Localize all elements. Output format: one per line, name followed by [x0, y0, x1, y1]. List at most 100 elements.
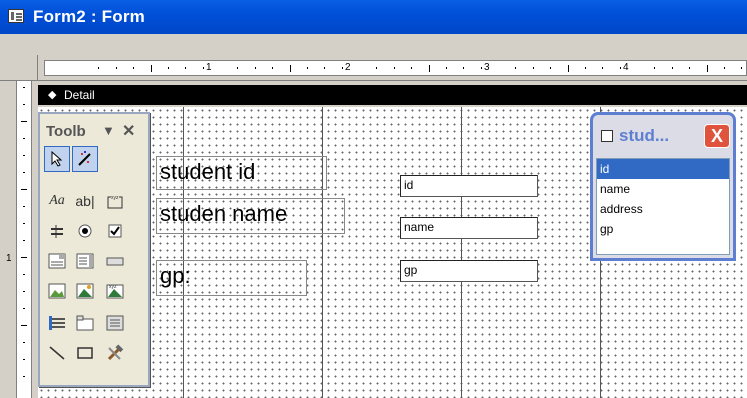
- ruler-tick: [98, 67, 100, 69]
- check-box-tool[interactable]: [102, 218, 128, 244]
- ruler-tick: [550, 67, 552, 69]
- label-tool[interactable]: Aa: [44, 188, 70, 214]
- textbox-gp[interactable]: gp: [400, 260, 538, 282]
- toggle-button-tool[interactable]: [44, 218, 70, 244]
- ruler-tick: [23, 274, 25, 275]
- ruler-tick: [21, 189, 27, 190]
- ruler-number: 4: [623, 62, 629, 73]
- vertical-ruler[interactable]: 1: [0, 81, 38, 398]
- ruler-tick: [23, 172, 25, 173]
- option-button-tool[interactable]: [72, 218, 98, 244]
- ruler-tick: [654, 67, 656, 69]
- toolbox-dropdown-icon[interactable]: ▼: [102, 123, 115, 138]
- ruler-tick: [463, 67, 465, 69]
- toolbox-title: Toolb: [46, 123, 86, 140]
- ruler-tick: [324, 67, 326, 69]
- field-list-title: stud...: [619, 126, 670, 145]
- ruler-tick: [23, 104, 25, 105]
- toolbox-close-icon[interactable]: ✕: [122, 121, 135, 141]
- ruler-tick: [21, 121, 27, 122]
- form-selector[interactable]: [0, 55, 38, 81]
- field-list-window[interactable]: stud... X id name address gp: [590, 112, 736, 261]
- checkbox-icon: [108, 224, 122, 238]
- ruler-tick: [741, 67, 743, 69]
- list-box-tool[interactable]: [72, 248, 98, 274]
- ruler-tick: [671, 67, 673, 69]
- ruler-tick: [23, 342, 25, 343]
- ruler-tick: [167, 67, 169, 69]
- field-item-id[interactable]: id: [597, 159, 729, 179]
- field-item-gp[interactable]: gp: [597, 219, 729, 239]
- detail-section-header[interactable]: ◆ Detail: [38, 85, 747, 105]
- ruler-tick: [115, 67, 117, 69]
- field-list[interactable]: id name address gp: [596, 158, 730, 255]
- tab-control-icon: [76, 315, 94, 331]
- ruler-tick: [23, 291, 25, 292]
- image-tool[interactable]: [44, 278, 70, 304]
- ruler-tick: [602, 67, 604, 69]
- bound-object-frame-tool[interactable]: xyz: [102, 278, 128, 304]
- line-icon: [49, 346, 65, 360]
- subform-tool[interactable]: [102, 310, 128, 336]
- rectangle-tool[interactable]: [72, 340, 98, 366]
- ruler-tick: [23, 223, 25, 224]
- ruler-number: 3: [484, 62, 490, 73]
- section-label: Detail: [64, 88, 95, 102]
- toolbox-titlebar[interactable]: Toolb ▼ ✕: [40, 114, 148, 144]
- ruler-tick: [23, 376, 25, 377]
- section-marker-icon: ◆: [48, 89, 57, 101]
- magic-wand-icon: [78, 151, 91, 166]
- window-titlebar[interactable]: Form2 : Form: [0, 0, 747, 34]
- label-gp[interactable]: gp:: [156, 260, 307, 296]
- select-objects-tool[interactable]: [44, 146, 70, 172]
- command-button-tool[interactable]: [102, 248, 128, 274]
- rectangle-icon: [77, 347, 93, 359]
- ruler-tick: [254, 67, 256, 69]
- ruler-tick: [23, 155, 25, 156]
- textbox-name[interactable]: name: [400, 217, 538, 239]
- option-group-tool[interactable]: xyz: [102, 188, 128, 214]
- ruler-tick: [185, 67, 187, 69]
- table-icon: [601, 130, 613, 142]
- ruler-tick: [272, 67, 274, 69]
- list-box-icon: [76, 253, 94, 269]
- line-tool[interactable]: [44, 340, 70, 366]
- svg-text:xyz: xyz: [109, 284, 117, 290]
- page-break-icon: [49, 316, 65, 330]
- ruler-number: 2: [345, 62, 351, 73]
- ruler-tick: [306, 67, 308, 69]
- bound-object-icon: xyz: [106, 284, 124, 299]
- ruler-tick: [341, 67, 343, 69]
- ruler-tick: [689, 67, 691, 69]
- ruler-tick: [21, 257, 27, 258]
- label-student-id[interactable]: student id: [156, 156, 327, 190]
- control-wizards-tool[interactable]: [72, 146, 98, 172]
- ruler-number: 1: [206, 62, 212, 73]
- ruler-tick: [428, 64, 430, 72]
- ruler-tick: [411, 67, 413, 69]
- toolbox-window[interactable]: Toolb ▼ ✕ Aa ab| xyz xyz: [38, 112, 150, 387]
- text-box-tool[interactable]: ab|: [72, 188, 98, 214]
- label-student-name[interactable]: studen name: [156, 198, 345, 234]
- ruler-tick: [289, 64, 291, 72]
- field-item-name[interactable]: name: [597, 179, 729, 199]
- field-list-titlebar[interactable]: stud... X: [593, 115, 733, 155]
- ruler-tick: [150, 64, 152, 72]
- more-controls-tool[interactable]: [102, 340, 128, 366]
- svg-text:xyz: xyz: [111, 195, 119, 201]
- ruler-tick: [23, 240, 25, 241]
- tab-control-tool[interactable]: [72, 310, 98, 336]
- combo-box-icon: [48, 253, 66, 269]
- field-list-close-button[interactable]: X: [704, 124, 730, 148]
- form-icon: [8, 9, 24, 23]
- ruler-tick: [23, 308, 25, 309]
- subform-icon: [106, 315, 124, 331]
- textbox-id[interactable]: id: [400, 175, 538, 197]
- ruler-tick: [723, 67, 725, 69]
- page-break-tool[interactable]: [44, 310, 70, 336]
- horizontal-ruler[interactable]: 12345: [38, 55, 747, 81]
- ruler-tick: [619, 67, 621, 69]
- unbound-object-frame-tool[interactable]: [72, 278, 98, 304]
- field-item-address[interactable]: address: [597, 199, 729, 219]
- combo-box-tool[interactable]: [44, 248, 70, 274]
